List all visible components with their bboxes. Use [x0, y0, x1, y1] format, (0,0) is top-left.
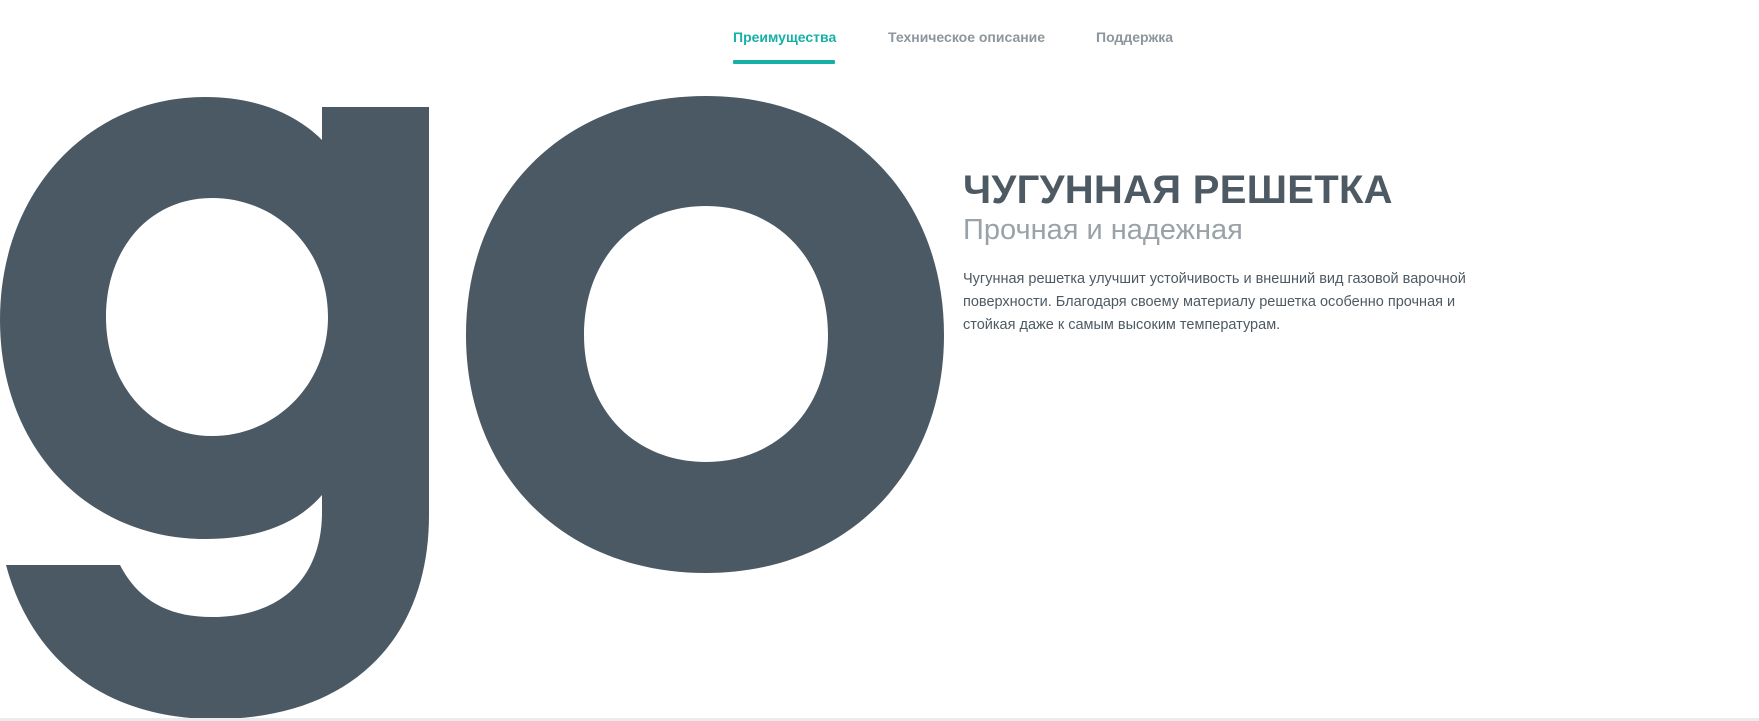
page: Преимущества Техническое описание Поддер…: [0, 0, 1759, 721]
product-title: ЧУГУННАЯ РЕШЕТКА: [963, 168, 1393, 212]
go-letter-g: [0, 97, 429, 719]
go-letter-o: [466, 96, 944, 573]
tab-support[interactable]: Поддержка: [1096, 28, 1173, 46]
product-description: Чугунная решетка улучшит устойчивость и …: [963, 271, 1466, 333]
product-subtitle: Прочная и надежная: [963, 214, 1243, 246]
go-logo-graphic: go: [0, 96, 944, 719]
